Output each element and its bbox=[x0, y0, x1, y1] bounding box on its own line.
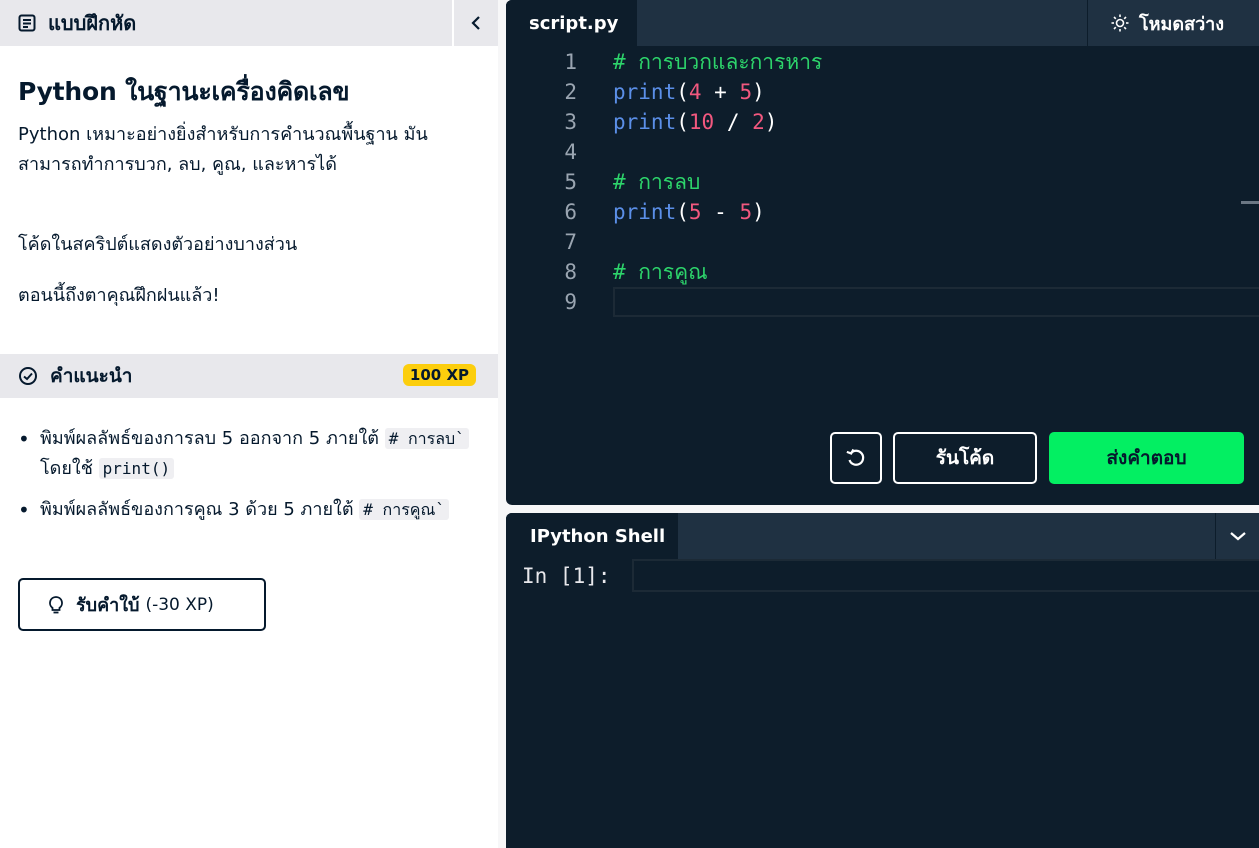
instruction-item: พิมพ์ผลลัพธ์ของการลบ 5 ออกจาก 5 ภายใต้ #… bbox=[18, 424, 478, 484]
instruction-code: print() bbox=[98, 458, 175, 479]
line-content: print(5 - 5) bbox=[613, 197, 765, 227]
light-mode-toggle[interactable]: โหมดสว่าง bbox=[1087, 0, 1259, 46]
reset-code-button[interactable] bbox=[830, 432, 882, 484]
document-icon bbox=[18, 14, 36, 32]
code-token: ) bbox=[752, 200, 765, 224]
code-token: 4 bbox=[688, 80, 702, 104]
instruction-text: พิมพ์ผลลัพธ์ของการคูณ 3 ด้วย 5 ภายใต้ bbox=[40, 499, 354, 520]
code-line[interactable]: 7 bbox=[506, 227, 1259, 257]
sun-icon bbox=[1111, 14, 1129, 32]
submit-answer-button[interactable]: ส่งคำตอบ bbox=[1049, 432, 1244, 484]
exercise-paragraph: ตอนนี้ถึงตาคุณฝึกฝนแล้ว! bbox=[18, 285, 220, 306]
instructions-list: พิมพ์ผลลัพธ์ของการลบ 5 ออกจาก 5 ภายใต้ #… bbox=[18, 424, 478, 536]
code-token: 5 bbox=[688, 200, 702, 224]
code-token: 10 bbox=[688, 110, 715, 134]
code-line[interactable]: 2 print(4 + 5) bbox=[506, 77, 1259, 107]
code-token: # การบวกและการหาร bbox=[613, 50, 823, 74]
instruction-code: # การคูณ` bbox=[359, 499, 449, 520]
hint-button-label: รับคำใบ้ bbox=[76, 595, 140, 616]
line-number: 8 bbox=[564, 260, 577, 284]
check-circle-icon bbox=[19, 367, 37, 385]
code-token: ) bbox=[752, 80, 765, 104]
line-number: 1 bbox=[564, 50, 577, 74]
shell-prompt: In [1]: bbox=[522, 564, 611, 588]
line-number: 4 bbox=[564, 140, 577, 164]
shell-input[interactable] bbox=[632, 559, 1259, 592]
code-token: # การลบ bbox=[613, 170, 701, 194]
code-token: 5 bbox=[739, 200, 753, 224]
code-line[interactable]: 1 # การบวกและการหาร bbox=[506, 47, 1259, 77]
instruction-item: พิมพ์ผลลัพธ์ของการคูณ 3 ด้วย 5 ภายใต้ # … bbox=[18, 495, 478, 525]
xp-badge: 100 XP bbox=[402, 364, 476, 386]
line-number: 2 bbox=[564, 80, 577, 104]
code-line[interactable]: 5 # การลบ bbox=[506, 167, 1259, 197]
lightbulb-icon bbox=[49, 595, 63, 613]
instruction-text: พิมพ์ผลลัพธ์ของการลบ 5 ออกจาก 5 ภายใต้ bbox=[40, 428, 379, 449]
exercise-description: Python เหมาะอย่างยิ่งสำหรับการคำนวณพื้นฐ… bbox=[18, 124, 428, 175]
code-editor: script.py โหมดสว่าง 1 # การบวกและการหาร 2 p… bbox=[506, 0, 1259, 505]
code-token: - bbox=[701, 200, 740, 224]
code-token: ( bbox=[676, 110, 689, 134]
light-mode-label: โหมดสว่าง bbox=[1139, 13, 1225, 35]
tab-script-py[interactable]: script.py bbox=[506, 0, 637, 46]
line-content: print(4 + 5) bbox=[613, 77, 765, 107]
scrollbar-marker[interactable] bbox=[1241, 201, 1259, 204]
line-content: print(10 / 2) bbox=[613, 107, 777, 137]
shell-collapse-button[interactable] bbox=[1215, 513, 1259, 559]
line-number: 5 bbox=[564, 170, 577, 194]
code-line[interactable]: 3 print(10 / 2) bbox=[506, 107, 1259, 137]
ipython-shell: IPython Shell In [1]: bbox=[506, 513, 1259, 848]
code-token: ) bbox=[764, 110, 778, 134]
exercise-header-title: แบบฝึกหัด bbox=[48, 11, 137, 35]
line-number: 7 bbox=[564, 230, 577, 254]
code-line[interactable]: 6 print(5 - 5) bbox=[506, 197, 1259, 227]
active-line-highlight bbox=[613, 287, 1259, 317]
line-content: # การลบ bbox=[613, 167, 700, 197]
exercise-paragraph: โค้ดในสคริปต์แสดงตัวอย่างบางส่วน bbox=[18, 234, 298, 255]
line-number: 9 bbox=[564, 290, 577, 314]
code-token: ( bbox=[676, 80, 689, 104]
code-token: / bbox=[714, 110, 753, 134]
chevron-down-icon bbox=[1229, 532, 1246, 541]
instructions-header: คำแนะนำ 100 XP bbox=[0, 354, 498, 398]
chevron-left-icon bbox=[471, 16, 480, 30]
instruction-code: # การลบ` bbox=[384, 428, 469, 449]
code-line[interactable]: 4 bbox=[506, 137, 1259, 167]
exercise-panel: แบบฝึกหัด Python ในฐานะเครื่องคิดเลข Pyt… bbox=[0, 0, 498, 848]
get-hint-button[interactable]: รับคำใบ้ (-30 XP) bbox=[18, 578, 266, 631]
editor-tab-bar: script.py โหมดสว่าง bbox=[506, 0, 1259, 46]
undo-icon bbox=[846, 448, 865, 466]
line-content: # การบวกและการหาร bbox=[613, 47, 822, 77]
code-token: 5 bbox=[739, 80, 753, 104]
instruction-text: โดยใช้ bbox=[40, 458, 93, 479]
line-number: 6 bbox=[564, 200, 577, 224]
hint-cost: (-30 XP) bbox=[145, 594, 214, 615]
line-number: 3 bbox=[564, 110, 577, 134]
collapse-panel-button[interactable] bbox=[454, 0, 498, 46]
instructions-title: คำแนะนำ bbox=[50, 365, 133, 387]
exercise-title: Python ในฐานะเครื่องคิดเลข bbox=[18, 77, 350, 106]
shell-tab-bar: IPython Shell bbox=[506, 513, 1259, 559]
code-token: print bbox=[613, 110, 677, 134]
tab-ipython-shell[interactable]: IPython Shell bbox=[506, 513, 678, 559]
code-token: # การคูณ bbox=[613, 260, 708, 284]
code-token: ( bbox=[676, 200, 689, 224]
code-line[interactable]: 8 # การคูณ bbox=[506, 257, 1259, 287]
code-token: + bbox=[701, 80, 740, 104]
run-code-button[interactable]: รันโค้ด bbox=[893, 432, 1037, 484]
exercise-header: แบบฝึกหัด bbox=[0, 0, 452, 46]
code-token: print bbox=[613, 200, 677, 224]
code-area[interactable]: 1 # การบวกและการหาร 2 print(4 + 5) 3 print(10… bbox=[506, 47, 1259, 317]
code-token: print bbox=[613, 80, 677, 104]
line-content: # การคูณ bbox=[613, 257, 708, 287]
code-token: 2 bbox=[752, 110, 765, 134]
